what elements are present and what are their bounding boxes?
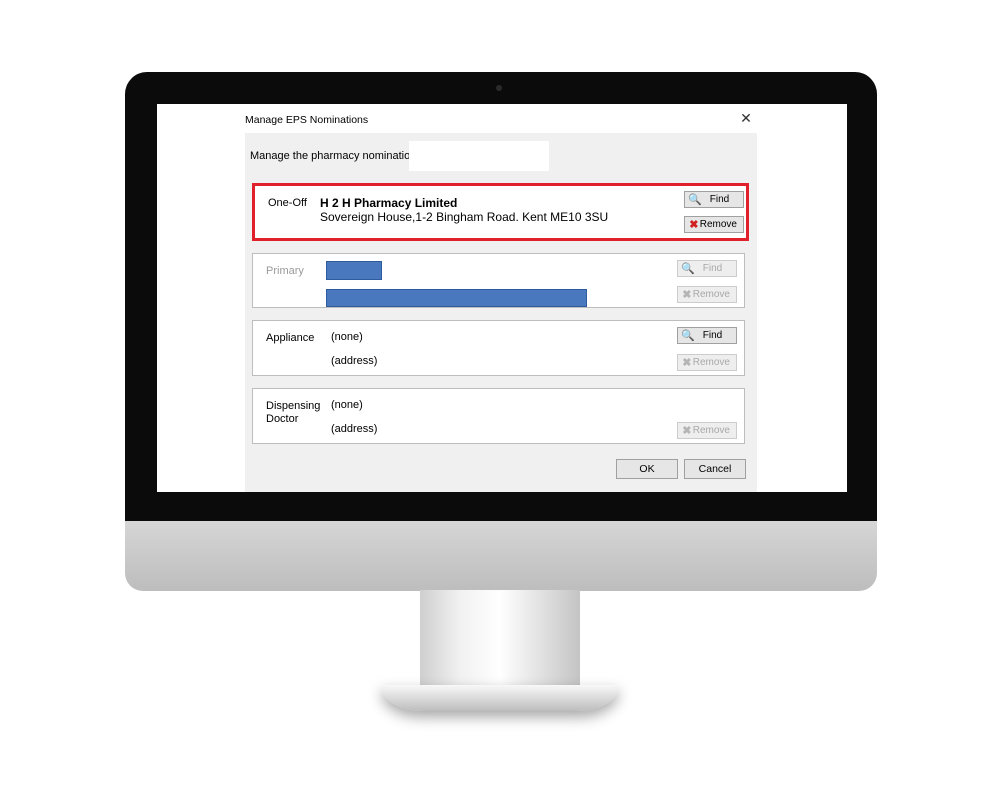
find-button-label: Find (709, 194, 730, 205)
webcam (496, 85, 502, 91)
remove-x-icon: ✖ (682, 357, 692, 369)
primary-nomination-group: Primary 🔍 Find ✖ Remove (252, 253, 745, 308)
appliance-contractor-name: (none) (331, 331, 363, 343)
manage-eps-nominations-dialog: Manage EPS Nominations ✕ Manage the phar… (245, 104, 757, 492)
find-button-label: Find (702, 330, 723, 341)
dispensing-doctor-remove-button[interactable]: ✖ Remove (677, 422, 737, 439)
remove-button-label: Remove (692, 289, 730, 300)
search-icon: 🔍 (688, 194, 702, 206)
remove-x-icon: ✖ (689, 219, 699, 231)
dispensing-doctor-label: Dispensing Doctor (266, 400, 320, 426)
one-off-find-button[interactable]: 🔍 Find (684, 191, 744, 208)
redacted-pharmacy-name (326, 261, 382, 280)
dispensing-doctor-name: (none) (331, 399, 363, 411)
remove-button-label: Remove (692, 357, 730, 368)
monitor-chin (125, 521, 877, 591)
primary-remove-button[interactable]: ✖ Remove (677, 286, 737, 303)
cancel-button[interactable]: Cancel (684, 459, 746, 479)
dispensing-doctor-nomination-group: Dispensing Doctor (none) (address) ✖ Rem… (252, 388, 745, 444)
dialog-titlebar: Manage EPS Nominations ✕ (245, 104, 757, 133)
search-icon: 🔍 (681, 263, 695, 275)
dispensing-doctor-label-line1: Dispensing (266, 400, 321, 412)
one-off-label: One-Off (268, 197, 307, 209)
appliance-remove-button[interactable]: ✖ Remove (677, 354, 737, 371)
primary-find-button[interactable]: 🔍 Find (677, 260, 737, 277)
one-off-pharmacy-address: Sovereign House,1-2 Bingham Road. Kent M… (320, 210, 609, 224)
appliance-find-button[interactable]: 🔍 Find (677, 327, 737, 344)
remove-x-icon: ✖ (682, 425, 692, 437)
one-off-pharmacy-name: H 2 H Pharmacy Limited (320, 196, 458, 210)
redacted-pharmacy-address (326, 289, 587, 307)
monitor-stand (420, 590, 580, 690)
appliance-label: Appliance (266, 332, 315, 344)
search-icon: 🔍 (681, 330, 695, 342)
ok-button[interactable]: OK (616, 459, 678, 479)
one-off-remove-button[interactable]: ✖ Remove (684, 216, 744, 233)
monitor-stand-base (381, 685, 619, 711)
appliance-contractor-address: (address) (331, 355, 378, 367)
one-off-nomination-group: One-Off H 2 H Pharmacy Limited Sovereign… (252, 183, 749, 241)
monitor-screen: Manage EPS Nominations ✕ Manage the phar… (157, 104, 847, 492)
dispensing-doctor-label-line2: Doctor (266, 413, 299, 425)
find-button-label: Find (702, 263, 723, 274)
remove-button-label: Remove (699, 219, 737, 230)
primary-label: Primary (266, 265, 304, 277)
remove-x-icon: ✖ (682, 289, 692, 301)
close-icon[interactable]: ✕ (737, 109, 755, 127)
patient-name-field (409, 141, 549, 171)
remove-button-label: Remove (692, 425, 730, 436)
dialog-title: Manage EPS Nominations (245, 114, 369, 126)
appliance-nomination-group: Appliance (none) (address) 🔍 Find ✖ Remo… (252, 320, 745, 376)
dispensing-doctor-address: (address) (331, 423, 378, 435)
